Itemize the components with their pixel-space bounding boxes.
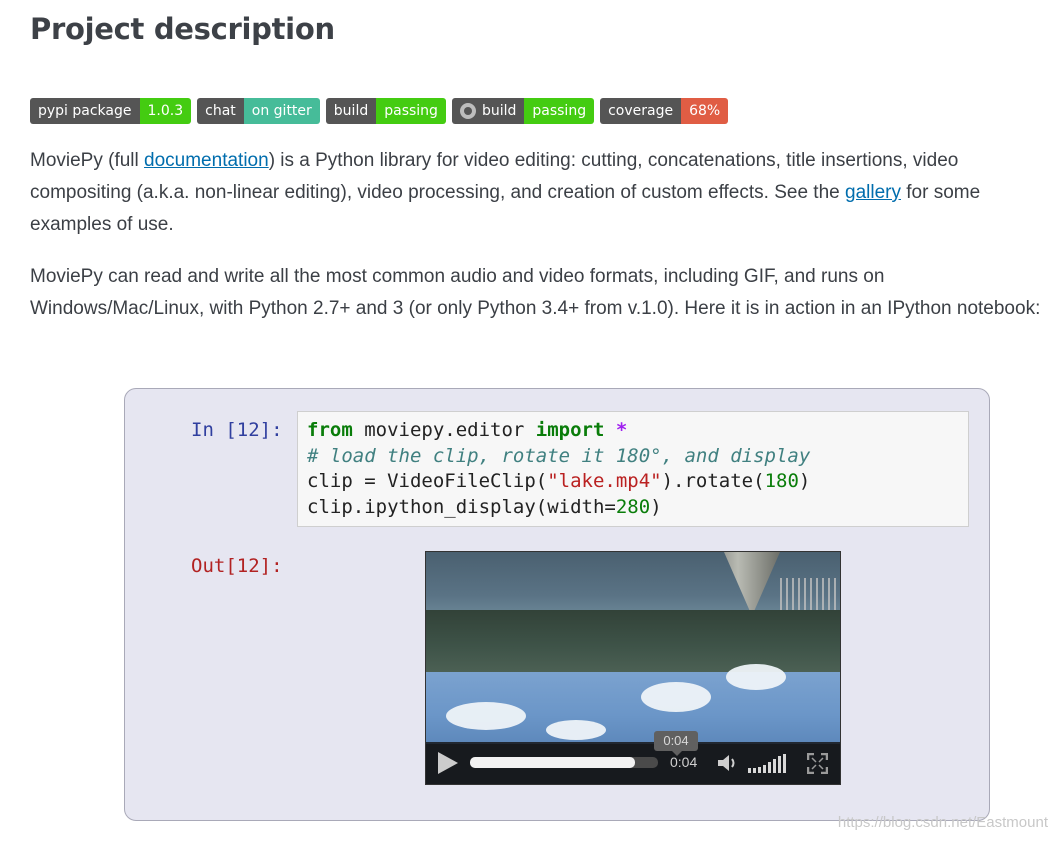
pypi-badge[interactable]: pypi package 1.0.3: [30, 98, 192, 124]
video-controls-bar: 0:04 0:04: [426, 731, 840, 784]
number-literal: 180: [764, 470, 799, 492]
badge-value: on gitter: [243, 98, 320, 124]
volume-icon[interactable]: [716, 753, 740, 773]
volume-bar: [773, 759, 776, 773]
code-text: ).rotate(: [661, 470, 765, 492]
string-literal: "lake.mp4": [547, 470, 662, 492]
volume-bar: [753, 768, 756, 773]
watermark: https://blog.csdn.net/Eastmount: [837, 814, 1048, 831]
code-text: ): [798, 470, 811, 492]
gitter-badge[interactable]: chat on gitter: [197, 98, 320, 124]
badge-value: passing: [524, 98, 595, 124]
build-badge[interactable]: build passing: [325, 98, 446, 124]
code-text: clip.ipython_display(width=: [307, 495, 616, 518]
code-line-1: from moviepy.editor import *: [307, 418, 959, 444]
video-player[interactable]: 0:04 0:04: [425, 551, 841, 785]
volume-bar: [768, 762, 771, 773]
code-cell: from moviepy.editor import * # load the …: [297, 411, 969, 527]
badge-value: passing: [376, 98, 446, 124]
video-frame-cloud: [546, 720, 606, 740]
video-frame-cloud: [446, 702, 526, 730]
current-time: 0:04: [670, 754, 698, 770]
formats-paragraph: MoviePy can read and write all the most …: [30, 266, 1041, 319]
fullscreen-icon[interactable]: [807, 753, 828, 774]
operator: *: [604, 419, 628, 441]
badge-value: 1.0.3: [139, 98, 192, 124]
keyword: from: [307, 419, 353, 441]
progress-fill: [470, 757, 636, 768]
code-line-2: # load the clip, rotate it 180°, and dis…: [307, 444, 811, 467]
code-line-3: clip = VideoFileClip("lake.mp4").rotate(…: [307, 469, 959, 495]
badge-label: build: [325, 98, 377, 124]
video-frame-cloud: [726, 664, 786, 690]
page-title: Project description: [30, 12, 335, 46]
ipython-notebook-figure: In [12]: from moviepy.editor import * # …: [124, 388, 990, 821]
coverage-badge[interactable]: coverage 68%: [600, 98, 729, 124]
badge-label: build: [481, 103, 517, 119]
keyword: import: [535, 419, 605, 441]
video-frame-sky: [426, 552, 840, 614]
intro-paragraph: MoviePy (full documentation) is a Python…: [30, 145, 1050, 241]
volume-bar: [778, 756, 781, 773]
badge-label: chat: [197, 98, 244, 124]
volume-level[interactable]: [748, 754, 786, 773]
progress-bar[interactable]: 0:04: [470, 731, 698, 768]
video-frame-cloud: [641, 682, 711, 712]
output-prompt: Out[12]:: [191, 555, 283, 577]
number-literal: 280: [615, 495, 651, 518]
volume-bar: [763, 765, 766, 773]
badge-row: pypi package 1.0.3 chat on gitter build …: [30, 98, 729, 124]
code-text: ): [650, 495, 662, 518]
code-line-4: clip.ipython_display(width=280): [307, 495, 959, 521]
module-name: moviepy.editor: [352, 419, 536, 441]
gallery-link[interactable]: gallery: [845, 182, 901, 203]
text-span: MoviePy (full: [30, 150, 145, 171]
volume-bar: [783, 754, 786, 773]
volume-bar: [758, 767, 761, 773]
volume-bar: [748, 768, 751, 773]
badge-label: coverage: [600, 98, 682, 124]
github-build-badge[interactable]: build passing: [451, 98, 595, 124]
badge-left-group: build: [451, 98, 525, 124]
documentation-link[interactable]: documentation: [144, 150, 269, 171]
code-text: clip = VideoFileClip(: [307, 470, 548, 492]
badge-label: pypi package: [30, 98, 140, 124]
play-icon[interactable]: [438, 752, 458, 774]
time-tooltip: 0:04: [654, 731, 698, 756]
github-icon: [459, 103, 476, 119]
input-prompt: In [12]:: [191, 419, 283, 441]
badge-value: 68%: [681, 98, 729, 124]
